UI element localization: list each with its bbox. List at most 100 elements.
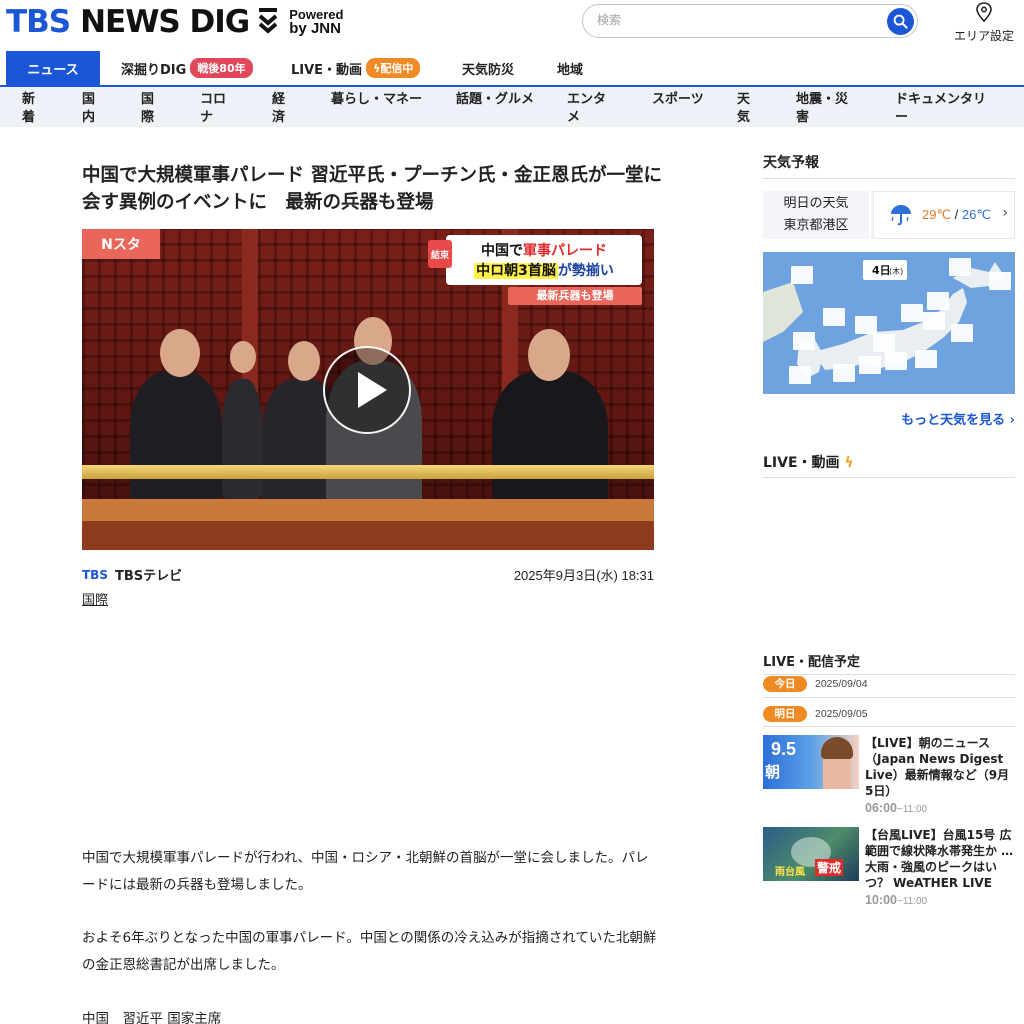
article-paragraph: およそ6年ぶりとなった中国の軍事パレード。中国との関係の冷え込みが指摘されていた… [82, 930, 657, 973]
nav-region-label: 地域 [557, 62, 584, 78]
thumb-label: 朝 [765, 763, 781, 781]
subnav-item-international[interactable]: 国際 [141, 91, 163, 127]
subnav-item-economy[interactable]: 経済 [272, 91, 294, 127]
weather-location: 明日の天気 東京都港区 [763, 191, 871, 239]
main-nav: ニュース 深掘りDIG 戦後80年 LIVE・動画 ϟ配信中 天気防災 地域 [0, 51, 1024, 85]
video-person-head [288, 341, 320, 381]
video-balcony [82, 499, 654, 521]
source-logo: TBS [82, 567, 108, 582]
nav-fukabori[interactable]: 深掘りDIG 戦後80年 [121, 51, 253, 85]
search-icon [893, 14, 908, 29]
live-item[interactable]: 9.5 朝 【LIVE】朝のニュース（Japan News Digest Liv… [763, 735, 1015, 819]
schedule-today[interactable]: 今日 2025/09/04 [763, 676, 868, 692]
temp-separator: / [951, 207, 962, 222]
subnav-item-corona[interactable]: コロナ [200, 91, 234, 127]
telop-line2-a: 中ロ朝3首脳 [474, 263, 558, 279]
schedule-tomorrow-date: 2025/09/05 [815, 708, 868, 720]
nav-live-badge-label: 配信中 [380, 62, 414, 75]
divider [763, 178, 1015, 179]
schedule-today-badge: 今日 [763, 676, 807, 692]
article-paragraph: 中国で大規模軍事パレードが行われ、中国・ロシア・北朝鮮の首脳が一堂に会しました。… [82, 850, 649, 893]
weather-heading: 天気予報 [763, 155, 819, 171]
logo-newsdig: NEWS DIG [80, 4, 250, 40]
live-item-start: 06:00 [865, 801, 897, 815]
temp-low: 26℃ [961, 207, 991, 222]
search-button[interactable] [887, 8, 914, 35]
video-person-head [230, 341, 256, 373]
live-item-title: 【LIVE】朝のニュース（Japan News Digest Live）最新情報… [865, 736, 1010, 798]
nav-live-badge: ϟ配信中 [366, 58, 421, 78]
rain-umbrella-icon [891, 205, 911, 226]
video-railing [82, 465, 654, 479]
subnav-item-life[interactable]: 暮らし・マネー [331, 91, 423, 109]
telop-sub: 最新兵器も登場 [508, 287, 642, 305]
subnav-item-sports[interactable]: スポーツ [652, 91, 704, 109]
schedule-today-date: 2025/09/04 [815, 678, 868, 690]
telop-line2-b: が勢揃い [557, 263, 614, 279]
thumb-caption: 雨台風 [775, 867, 805, 878]
article-category-link[interactable]: 国際 [82, 589, 108, 608]
subnav-item-entertainment[interactable]: エンタメ [567, 91, 617, 127]
bolt-icon: ϟ [844, 455, 854, 471]
nav-region[interactable]: 地域 [557, 51, 583, 85]
search-input[interactable] [597, 13, 877, 27]
video-base [82, 521, 654, 550]
schedule-tomorrow[interactable]: 明日 2025/09/05 [763, 706, 868, 722]
nav-fukabori-label: 深掘りDIG [121, 62, 187, 78]
telop-line2: 中ロ朝3首脳 が勢揃い [446, 260, 642, 280]
nav-fukabori-badge: 戦後80年 [190, 58, 253, 78]
subnav-item-documentary[interactable]: ドキュメンタリー [895, 91, 995, 127]
live-item-end: ~11:00 [896, 896, 928, 907]
play-icon [358, 372, 387, 408]
subnav-item-disaster[interactable]: 地震・災害 [796, 91, 858, 127]
subnav-item-domestic[interactable]: 国内 [82, 91, 104, 127]
more-weather-link[interactable]: もっと天気を見る › [895, 409, 1015, 428]
telop-line1-b: 軍事パレード [523, 243, 607, 259]
telop-line1-a: 中国で [481, 243, 523, 259]
article-title: 中国で大規模軍事パレード 習近平氏・プーチン氏・金正恩氏が一堂に会す異例のイベン… [82, 165, 662, 213]
map-date: 4日 [872, 264, 891, 277]
subnav-item-weather[interactable]: 天気 [737, 91, 759, 127]
site-header: TBS NEWS DIG Powered by JNN エリア設定 [0, 0, 1024, 48]
nav-live-label: LIVE・動画 [291, 62, 363, 78]
subnav-item-topics[interactable]: 話題・グルメ [456, 91, 534, 109]
area-setting[interactable]: エリア設定 [948, 2, 1020, 44]
more-weather-label: もっと天気を見る [901, 413, 1006, 428]
video-program-label: Nスタ [82, 229, 160, 259]
weather-temps: 29℃ / 26℃ [922, 207, 991, 223]
japan-map: 4日 (木) [763, 252, 1015, 394]
location-pin-icon [976, 2, 992, 23]
powered-by: Powered by JNN [289, 8, 343, 37]
subnav-item-new[interactable]: 新着 [22, 91, 44, 127]
map-weekday: (木) [889, 266, 903, 276]
site-logo[interactable]: TBS NEWS DIG Powered by JNN [6, 2, 343, 42]
video-person [130, 371, 222, 511]
nav-news[interactable]: ニュース [6, 51, 100, 85]
nav-live[interactable]: LIVE・動画 ϟ配信中 [291, 51, 421, 85]
live-item-time: 06:00~11:00 [865, 801, 927, 815]
video-person [222, 379, 262, 499]
weather-place: 東京都港区 [783, 218, 849, 233]
live-thumbnail: 9.5 朝 [763, 735, 859, 789]
thumb-date: 9.5 [771, 739, 797, 759]
chevron-right-icon: › [1002, 205, 1008, 221]
telop-line1: 中国で軍事パレード [446, 240, 642, 260]
area-setting-label: エリア設定 [953, 29, 1014, 43]
article-paragraph: 中国 習近平 国家主席 [82, 1011, 222, 1024]
logo-tbs: TBS [6, 4, 71, 40]
divider [763, 726, 1015, 727]
live-item-time: 10:00~11:00 [865, 893, 927, 907]
divider [763, 697, 1015, 698]
weather-map[interactable]: 4日 (木) [763, 252, 1015, 394]
video-person [492, 371, 608, 511]
telop-tag: 結束 [428, 240, 452, 268]
video-player[interactable]: Nスタ 中国で軍事パレード 中ロ朝3首脳 が勢揃い 結束 最新兵器も登場 [82, 229, 654, 550]
live-item-end: ~11:00 [896, 804, 928, 815]
live-item[interactable]: 雨台風 警戒 【台風LIVE】台風15号 広範囲で線状降水帯発生か …大雨・強風… [763, 827, 1015, 911]
live-item-start: 10:00 [865, 893, 897, 907]
weather-widget[interactable]: 明日の天気 東京都港区 29℃ / 26℃ › [763, 191, 1015, 239]
play-button[interactable] [323, 346, 411, 434]
nav-weather[interactable]: 天気防災 [462, 51, 514, 85]
live-heading-label: LIVE・動画 [763, 455, 840, 471]
live-item-title: 【台風LIVE】台風15号 広範囲で線状降水帯発生か …大雨・強風のピークはいつ… [865, 828, 1014, 890]
